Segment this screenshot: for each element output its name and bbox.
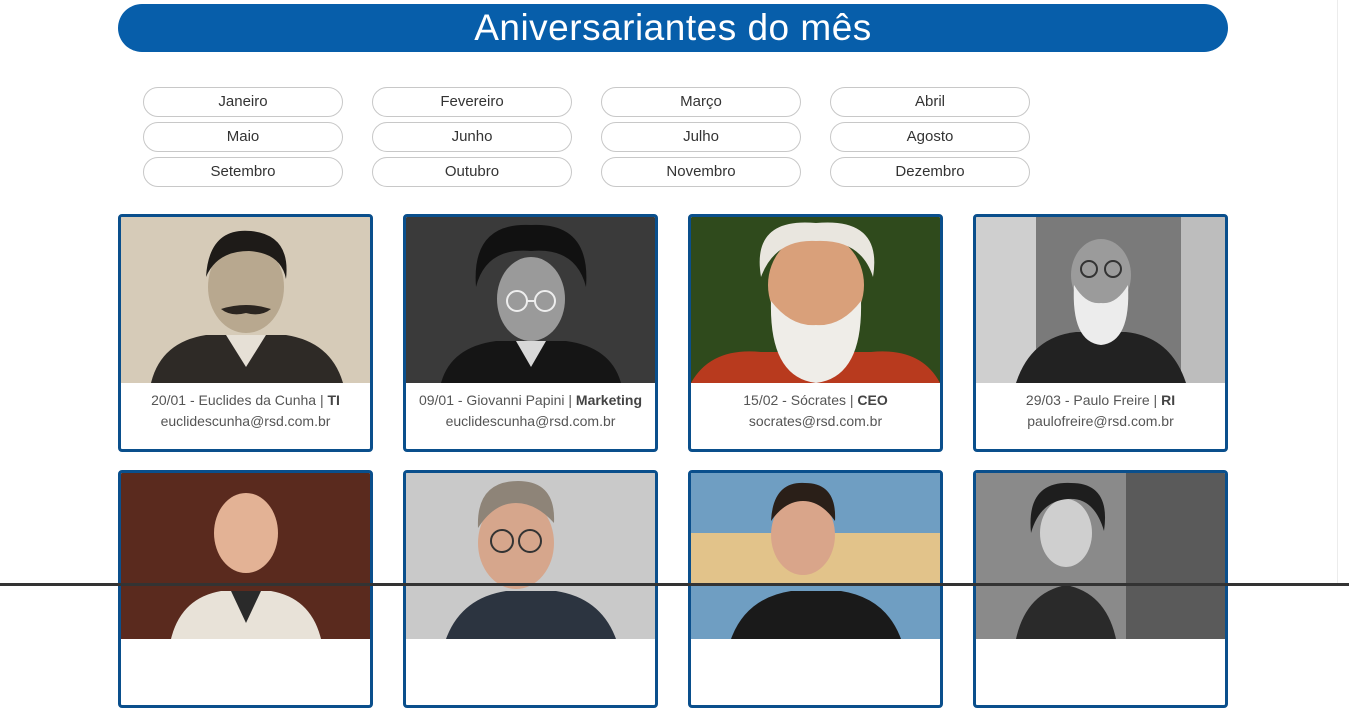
birthday-card [403, 470, 658, 708]
card-title: 29/03 - Paulo Freire | RI [976, 390, 1225, 411]
birthday-card: 29/03 - Paulo Freire | RI paulofreire@rs… [973, 214, 1228, 452]
person-photo [691, 473, 940, 639]
person-photo [406, 473, 655, 639]
person-photo [976, 473, 1225, 639]
card-date-name: 09/01 - Giovanni Papini | [418, 392, 576, 408]
month-button-junho[interactable]: Junho [372, 122, 572, 152]
month-button-outubro[interactable]: Outubro [372, 157, 572, 187]
card-email: socrates@rsd.com.br [748, 413, 883, 429]
month-button-setembro[interactable]: Setembro [143, 157, 343, 187]
card-title: 15/02 - Sócrates | CEO [691, 390, 940, 411]
card-email: euclidescunha@rsd.com.br [160, 413, 331, 429]
month-button-dezembro[interactable]: Dezembro [830, 157, 1030, 187]
birthday-card [688, 470, 943, 708]
card-department: TI [327, 392, 340, 408]
month-filter: Janeiro Fevereiro Março Abril Maio Junho… [143, 87, 1030, 187]
birthday-card: 20/01 - Euclides da Cunha | TI euclidesc… [118, 214, 373, 452]
month-button-agosto[interactable]: Agosto [830, 122, 1030, 152]
month-button-novembro[interactable]: Novembro [601, 157, 801, 187]
month-button-marco[interactable]: Março [601, 87, 801, 117]
card-title: 20/01 - Euclides da Cunha | TI [121, 390, 370, 411]
birthday-cards-grid: 20/01 - Euclides da Cunha | TI euclidesc… [118, 214, 1228, 708]
card-date-name: 20/01 - Euclides da Cunha | [151, 392, 328, 408]
birthday-card [118, 470, 373, 708]
person-photo [691, 217, 940, 383]
card-title: 09/01 - Giovanni Papini | Marketing [406, 390, 655, 411]
card-email: paulofreire@rsd.com.br [1027, 413, 1174, 429]
person-photo [406, 217, 655, 383]
card-info: 20/01 - Euclides da Cunha | TI euclidesc… [121, 383, 370, 432]
month-button-fevereiro[interactable]: Fevereiro [372, 87, 572, 117]
card-email: euclidescunha@rsd.com.br [445, 413, 616, 429]
person-photo [976, 217, 1225, 383]
birthday-card: 15/02 - Sócrates | CEO socrates@rsd.com.… [688, 214, 943, 452]
person-photo [121, 217, 370, 383]
birthday-card [973, 470, 1228, 708]
card-date-name: 29/03 - Paulo Freire | [1025, 392, 1162, 408]
card-info: 15/02 - Sócrates | CEO socrates@rsd.com.… [691, 383, 940, 432]
card-info: 29/03 - Paulo Freire | RI paulofreire@rs… [976, 383, 1225, 432]
card-department: Marketing [575, 392, 643, 408]
month-button-maio[interactable]: Maio [143, 122, 343, 152]
month-button-janeiro[interactable]: Janeiro [143, 87, 343, 117]
card-date-name: 15/02 - Sócrates | [743, 392, 858, 408]
card-info: 09/01 - Giovanni Papini | Marketing eucl… [406, 383, 655, 432]
person-photo [121, 473, 370, 639]
card-department: CEO [857, 392, 888, 408]
page-title: Aniversariantes do mês [474, 7, 872, 48]
month-button-abril[interactable]: Abril [830, 87, 1030, 117]
scrollbar[interactable] [1337, 0, 1349, 586]
month-button-julho[interactable]: Julho [601, 122, 801, 152]
card-department: RI [1161, 392, 1176, 408]
page-title-banner: Aniversariantes do mês [118, 4, 1228, 52]
birthday-card: 09/01 - Giovanni Papini | Marketing eucl… [403, 214, 658, 452]
